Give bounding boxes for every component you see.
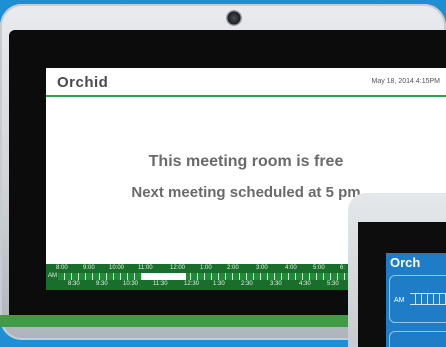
- secondary-info-panel: [389, 331, 446, 347]
- camera-icon: [226, 10, 242, 26]
- scene: Orchid May 18, 2014 4:15PM This meeting …: [0, 0, 446, 347]
- tick-label: 1:00: [200, 265, 212, 271]
- tick-label: 8:00: [56, 265, 68, 271]
- free-slot-marker[interactable]: [142, 273, 186, 280]
- datetime-label: May 18, 2014 4:15PM: [371, 78, 441, 85]
- secondary-timeline-slots[interactable]: [410, 293, 446, 305]
- tick-label: 4:30: [299, 281, 311, 287]
- header-divider: [46, 95, 446, 97]
- tick-label: 4:00: [285, 265, 297, 271]
- secondary-screen: Orch AM: [386, 253, 446, 347]
- tick-label: 12:00: [170, 265, 186, 271]
- tick-label: 2:30: [241, 281, 253, 287]
- tick-label: 10:30: [123, 281, 139, 287]
- secondary-period-label: AM: [394, 297, 405, 304]
- tick-label: 2:00: [227, 265, 239, 271]
- tick-label: 11:00: [138, 265, 153, 271]
- room-status-text: This meeting room is free: [148, 153, 344, 170]
- tick-label: 9:30: [96, 281, 108, 287]
- tick-label: 5:00: [313, 265, 325, 271]
- brand-logo: Orchid: [57, 74, 109, 91]
- tick-label: 9:00: [83, 265, 95, 271]
- tick-label: 5:30: [327, 281, 339, 287]
- period-label: AM: [48, 273, 57, 279]
- tick-label: 11:30: [153, 281, 168, 287]
- secondary-brand-logo: Orch: [390, 255, 421, 270]
- tick-label: 10:00: [109, 265, 125, 271]
- tick-label: 3:30: [270, 281, 282, 287]
- tick-label: 12:30: [184, 281, 200, 287]
- header-bar: Orchid May 18, 2014 4:15PM: [46, 68, 446, 97]
- tick-label: 6:: [340, 265, 346, 271]
- tick-label: 3:00: [256, 265, 268, 271]
- tick-label: 8:30: [68, 281, 80, 287]
- tick-label: 1:30: [213, 281, 225, 287]
